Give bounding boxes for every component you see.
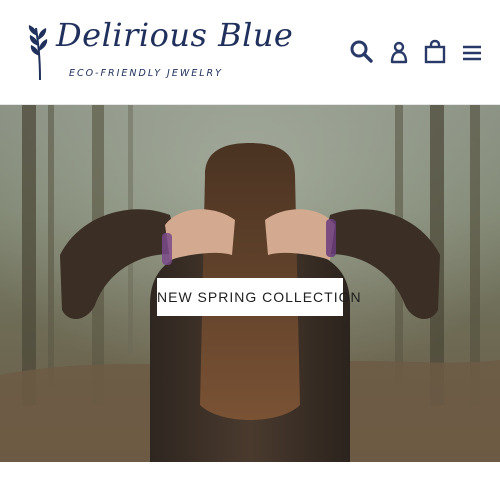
new-spring-collection-button[interactable]: NEW SPRING COLLECTION: [157, 278, 361, 316]
site-header: Delirious Blue ECO-FRIENDLY JEWELRY: [0, 0, 500, 105]
brand-name: Delirious Blue: [56, 16, 294, 54]
menu-icon[interactable]: [458, 38, 486, 66]
hero-banner: NEW SPRING COLLECTION: [0, 105, 500, 462]
search-icon[interactable]: [348, 38, 376, 66]
account-icon[interactable]: [385, 38, 413, 66]
brand-tagline: ECO-FRIENDLY JEWELRY: [69, 68, 223, 79]
sprig-icon: [28, 25, 48, 81]
cart-icon[interactable]: [421, 38, 449, 66]
page-below-hero: [0, 462, 500, 500]
brand-logo[interactable]: Delirious Blue ECO-FRIENDLY JEWELRY: [26, 16, 293, 88]
